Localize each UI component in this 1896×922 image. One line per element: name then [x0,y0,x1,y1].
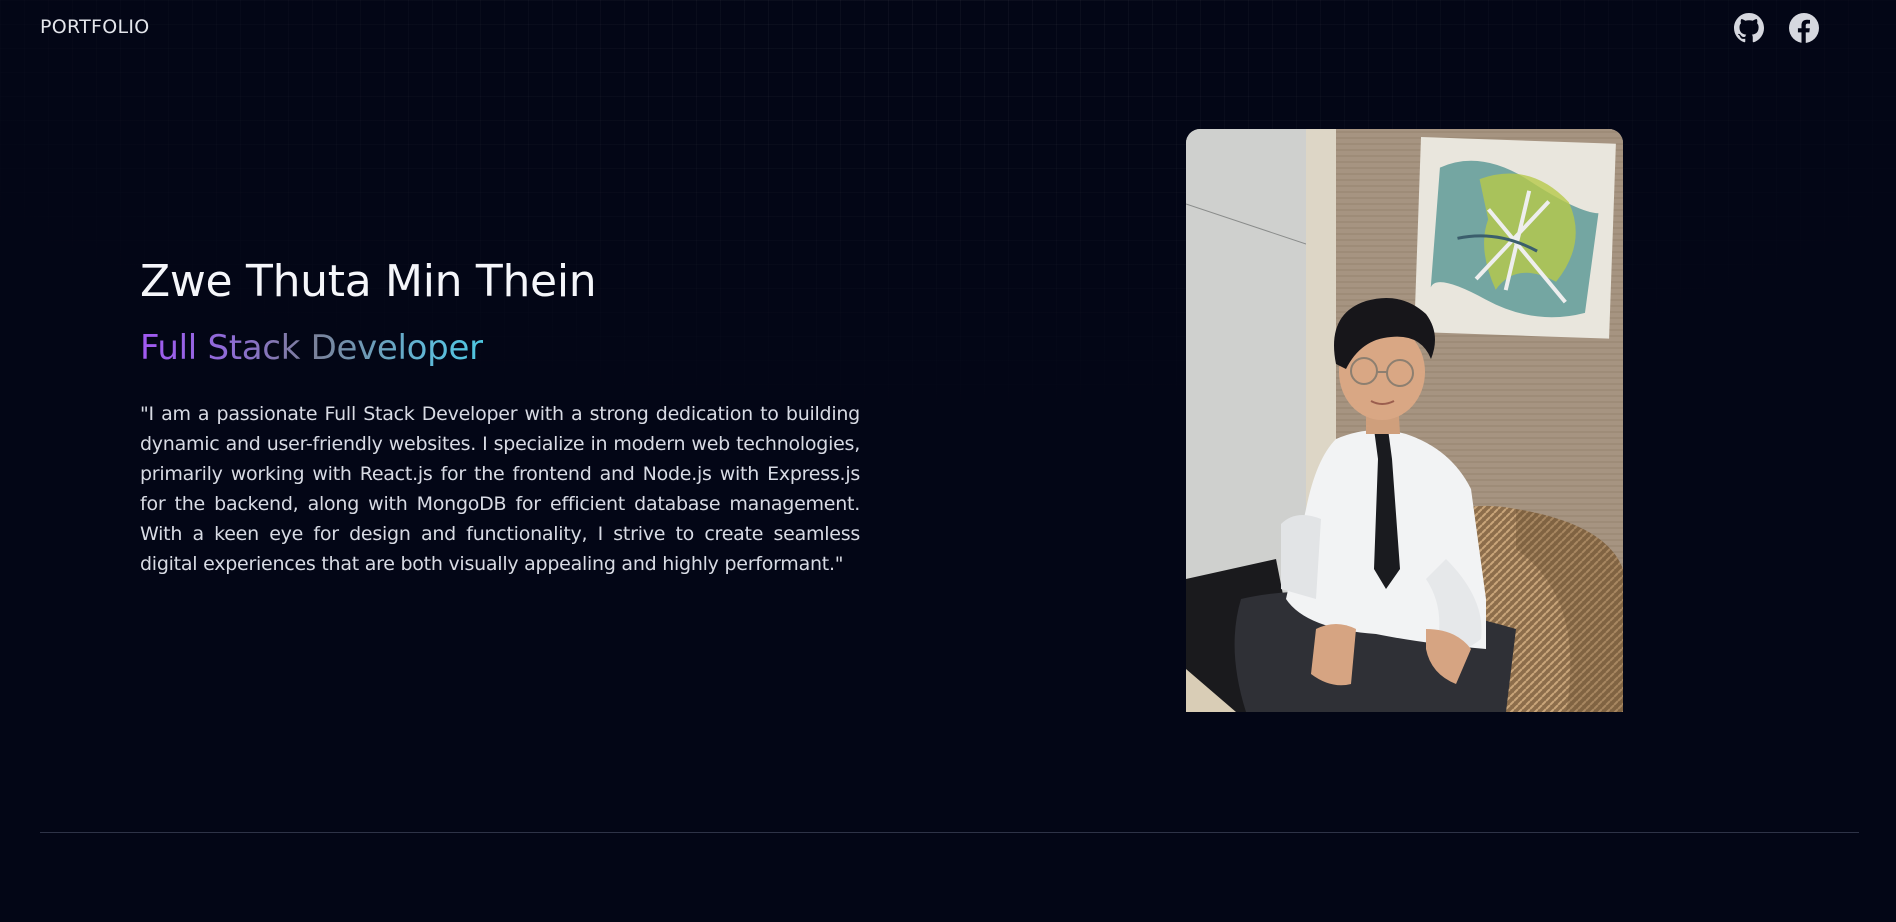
hero-name: Zwe Thuta Min Thein [140,256,597,307]
top-navbar: PORTFOLIO [0,0,1896,56]
hero-bio: "I am a passionate Full Stack Developer … [140,403,860,575]
facebook-icon [1789,13,1819,43]
github-link[interactable] [1734,13,1764,43]
footer-divider [40,832,1859,833]
hero-role: Full Stack Developer [140,328,483,368]
brand-link[interactable]: PORTFOLIO [40,16,150,38]
facebook-link[interactable] [1789,13,1819,43]
github-icon [1734,13,1764,43]
profile-photo [1186,129,1623,712]
